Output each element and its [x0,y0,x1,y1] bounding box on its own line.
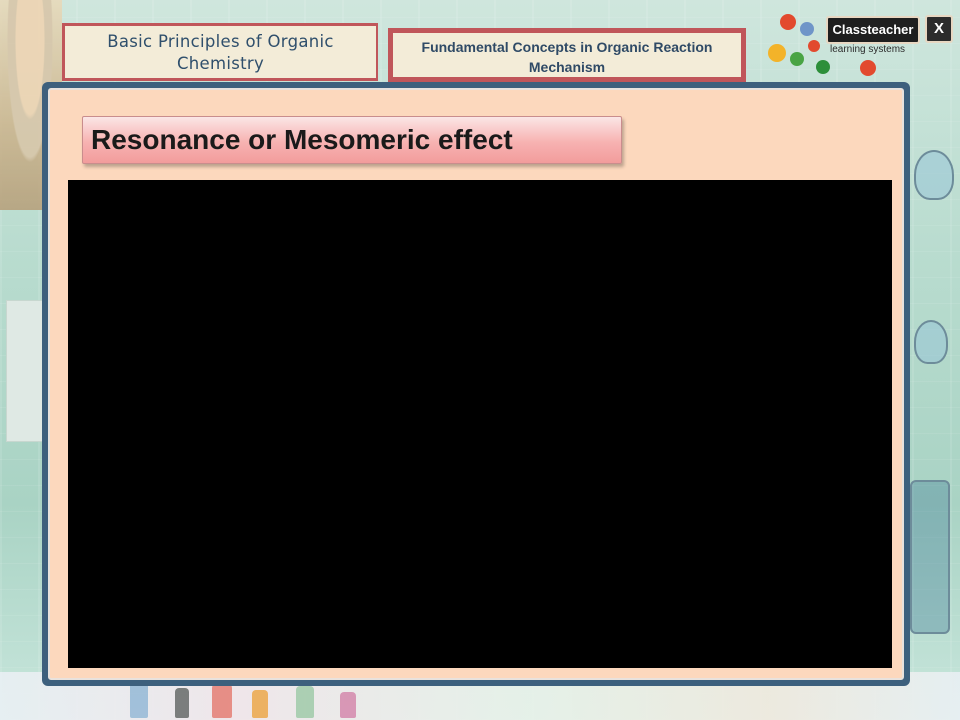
content-panel-inner: Resonance or Mesomeric effect [48,88,904,680]
close-icon: X [933,20,944,37]
content-panel: Resonance or Mesomeric effect [42,82,910,686]
flask-decoration [914,320,948,364]
topic-title: Fundamental Concepts in Organic Reaction… [421,39,713,75]
chapter-title-tab[interactable]: Basic Principles of Organic Chemistry [62,23,378,81]
video-player-area[interactable] [68,180,892,668]
close-button[interactable]: X [925,15,953,43]
classteacher-logo: Classteacher [826,16,920,44]
section-heading: Resonance or Mesomeric effect [82,116,622,164]
flask-decoration [910,480,950,634]
chapter-title: Basic Principles of Organic Chemistry [107,32,334,73]
brand-tagline: learning systems [830,44,906,55]
topic-title-tab[interactable]: Fundamental Concepts in Organic Reaction… [388,28,746,82]
flask-decoration [914,150,954,200]
